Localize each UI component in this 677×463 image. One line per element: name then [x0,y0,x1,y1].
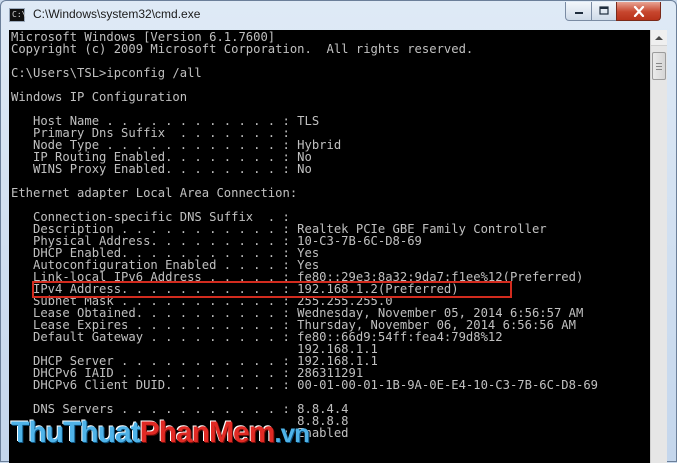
ipv4-highlight-box [32,281,512,298]
cmd-window: C:\ C:\Windows\system32\cmd.exe Microsof… [0,0,677,463]
window-title: C:\Windows\system32\cmd.exe [33,7,201,21]
watermark-logo: ThuThuatPhanMem.vn [11,416,310,449]
maximize-icon [599,6,609,15]
scroll-thumb[interactable] [652,52,666,80]
console-output[interactable]: Microsoft Windows [Version 6.1.7600] Cop… [9,30,650,463]
close-button[interactable] [616,2,661,21]
scroll-up-button[interactable] [651,30,667,46]
minimize-button[interactable] [565,2,592,21]
close-icon [633,5,644,17]
maximize-button[interactable] [591,2,617,21]
vertical-scrollbar[interactable] [650,30,667,463]
title-bar[interactable]: C:\ C:\Windows\system32\cmd.exe [1,1,676,29]
cmd-icon[interactable]: C:\ [9,8,26,22]
console-text: Microsoft Windows [Version 6.1.7600] Cop… [11,30,598,440]
arrow-up-icon [655,35,663,40]
minimize-icon [574,12,583,14]
